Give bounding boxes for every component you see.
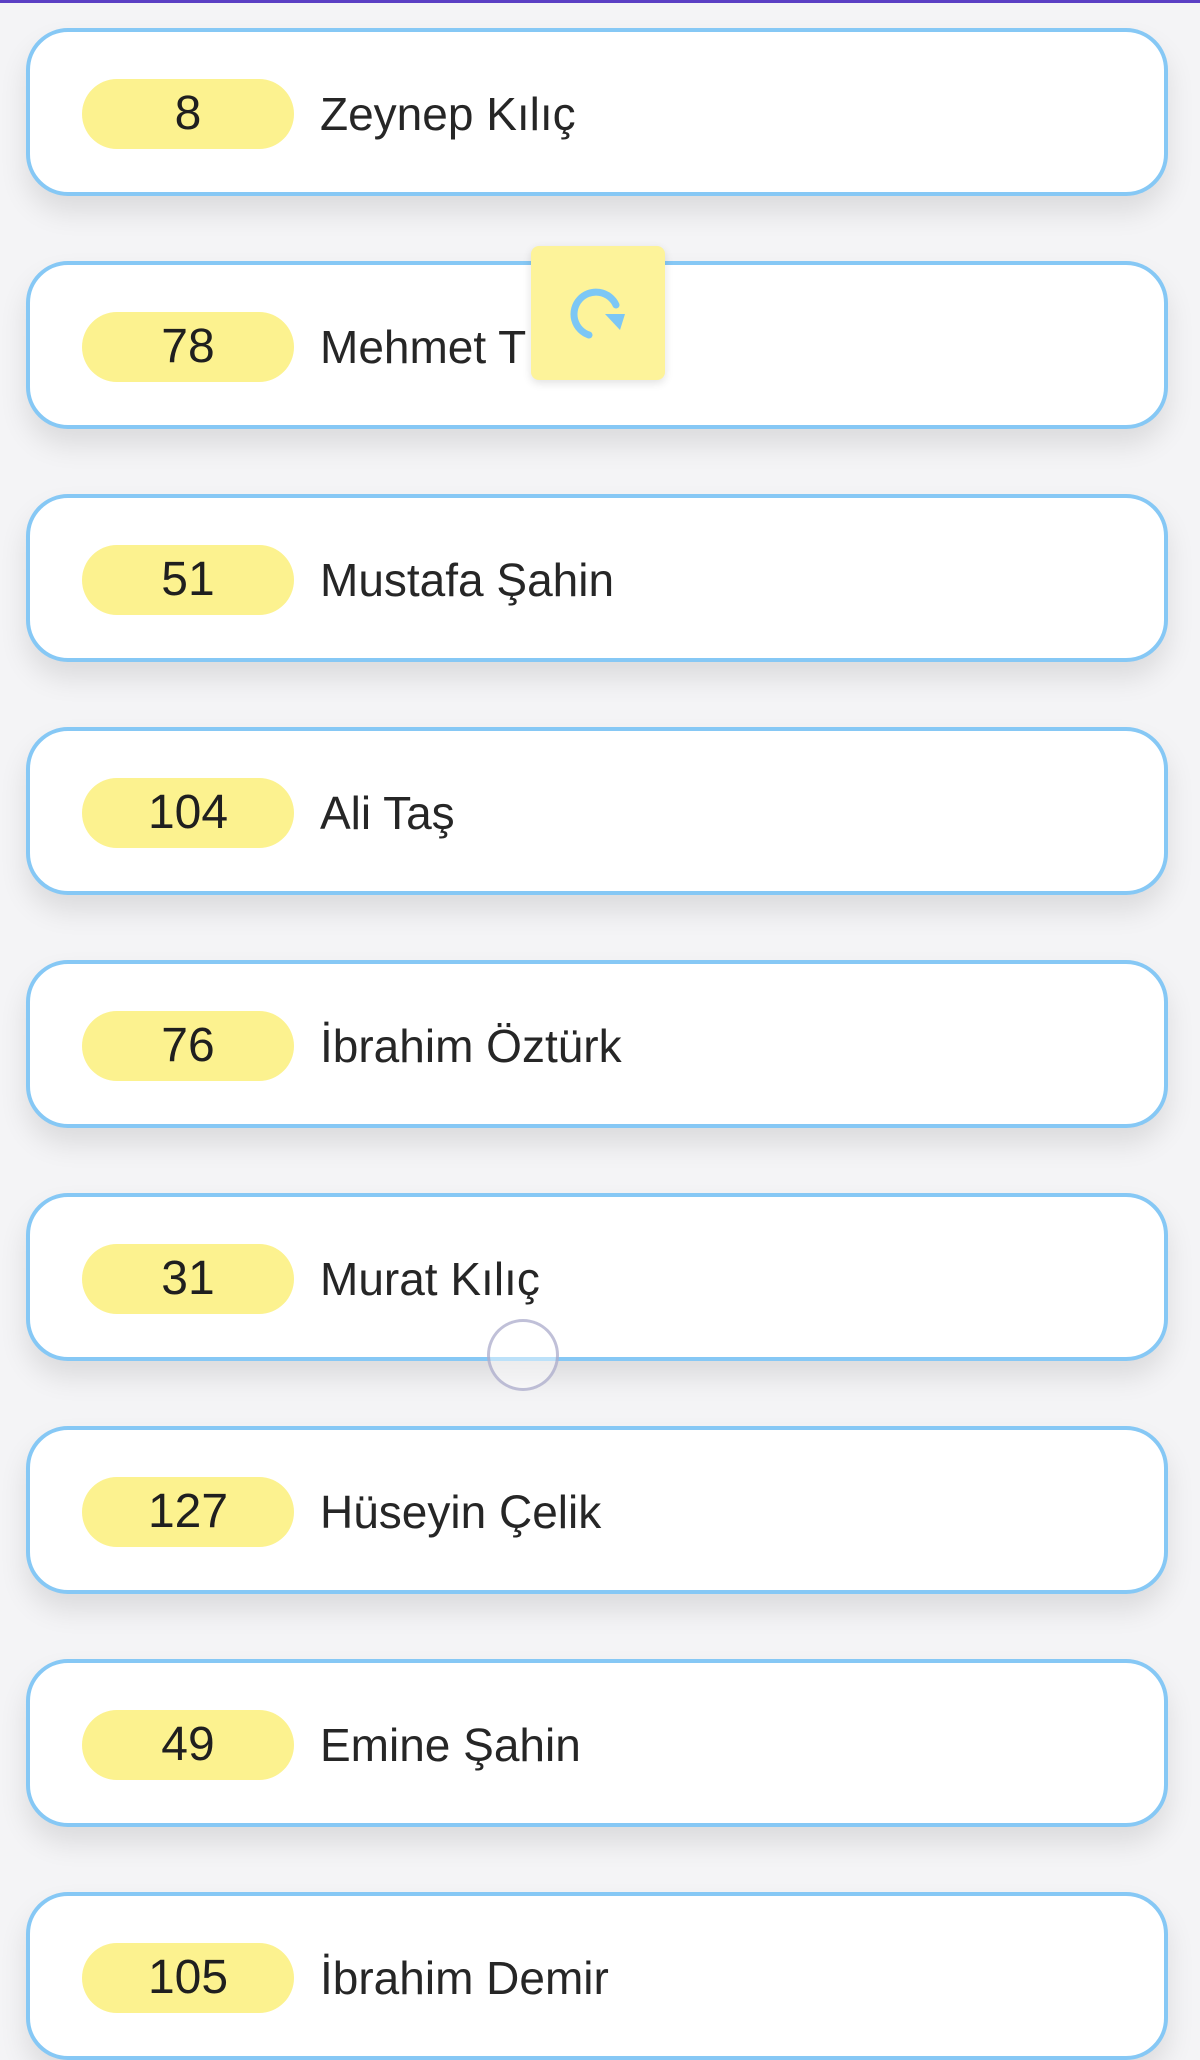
person-name: Murat Kılıç	[320, 1253, 540, 1305]
person-name: İbrahim Demir	[320, 1952, 609, 2004]
number-badge: 78	[82, 312, 294, 382]
number-badge: 104	[82, 778, 294, 848]
number-badge: 49	[82, 1710, 294, 1780]
number-badge: 76	[82, 1011, 294, 1081]
person-name: Mustafa Şahin	[320, 554, 615, 606]
number-badge: 8	[82, 79, 294, 149]
list-item[interactable]: 31 Murat Kılıç	[26, 1193, 1168, 1361]
list-item[interactable]: 104 Ali Taş	[26, 727, 1168, 895]
list-item[interactable]: 76 İbrahim Öztürk	[26, 960, 1168, 1128]
touch-indicator	[487, 1319, 559, 1391]
person-name: Hüseyin Çelik	[320, 1486, 602, 1538]
list-item[interactable]: 51 Mustafa Şahin	[26, 494, 1168, 662]
number-badge: 105	[82, 1943, 294, 2013]
list-item[interactable]: 127 Hüseyin Çelik	[26, 1426, 1168, 1594]
person-name: Emine Şahin	[320, 1719, 581, 1771]
number-badge: 51	[82, 545, 294, 615]
list-item[interactable]: 8 Zeynep Kılıç	[26, 28, 1168, 196]
list-item[interactable]: 105 İbrahim Demir	[26, 1892, 1168, 2060]
number-badge: 31	[82, 1244, 294, 1314]
refresh-icon	[570, 288, 625, 339]
number-badge: 127	[82, 1477, 294, 1547]
person-name: Ali Taş	[320, 787, 455, 839]
person-name: İbrahim Öztürk	[320, 1020, 622, 1072]
person-name: Mehmet T	[320, 321, 527, 373]
list-item[interactable]: 49 Emine Şahin	[26, 1659, 1168, 1827]
refresh-button[interactable]	[531, 246, 665, 380]
person-name: Zeynep Kılıç	[320, 88, 576, 140]
